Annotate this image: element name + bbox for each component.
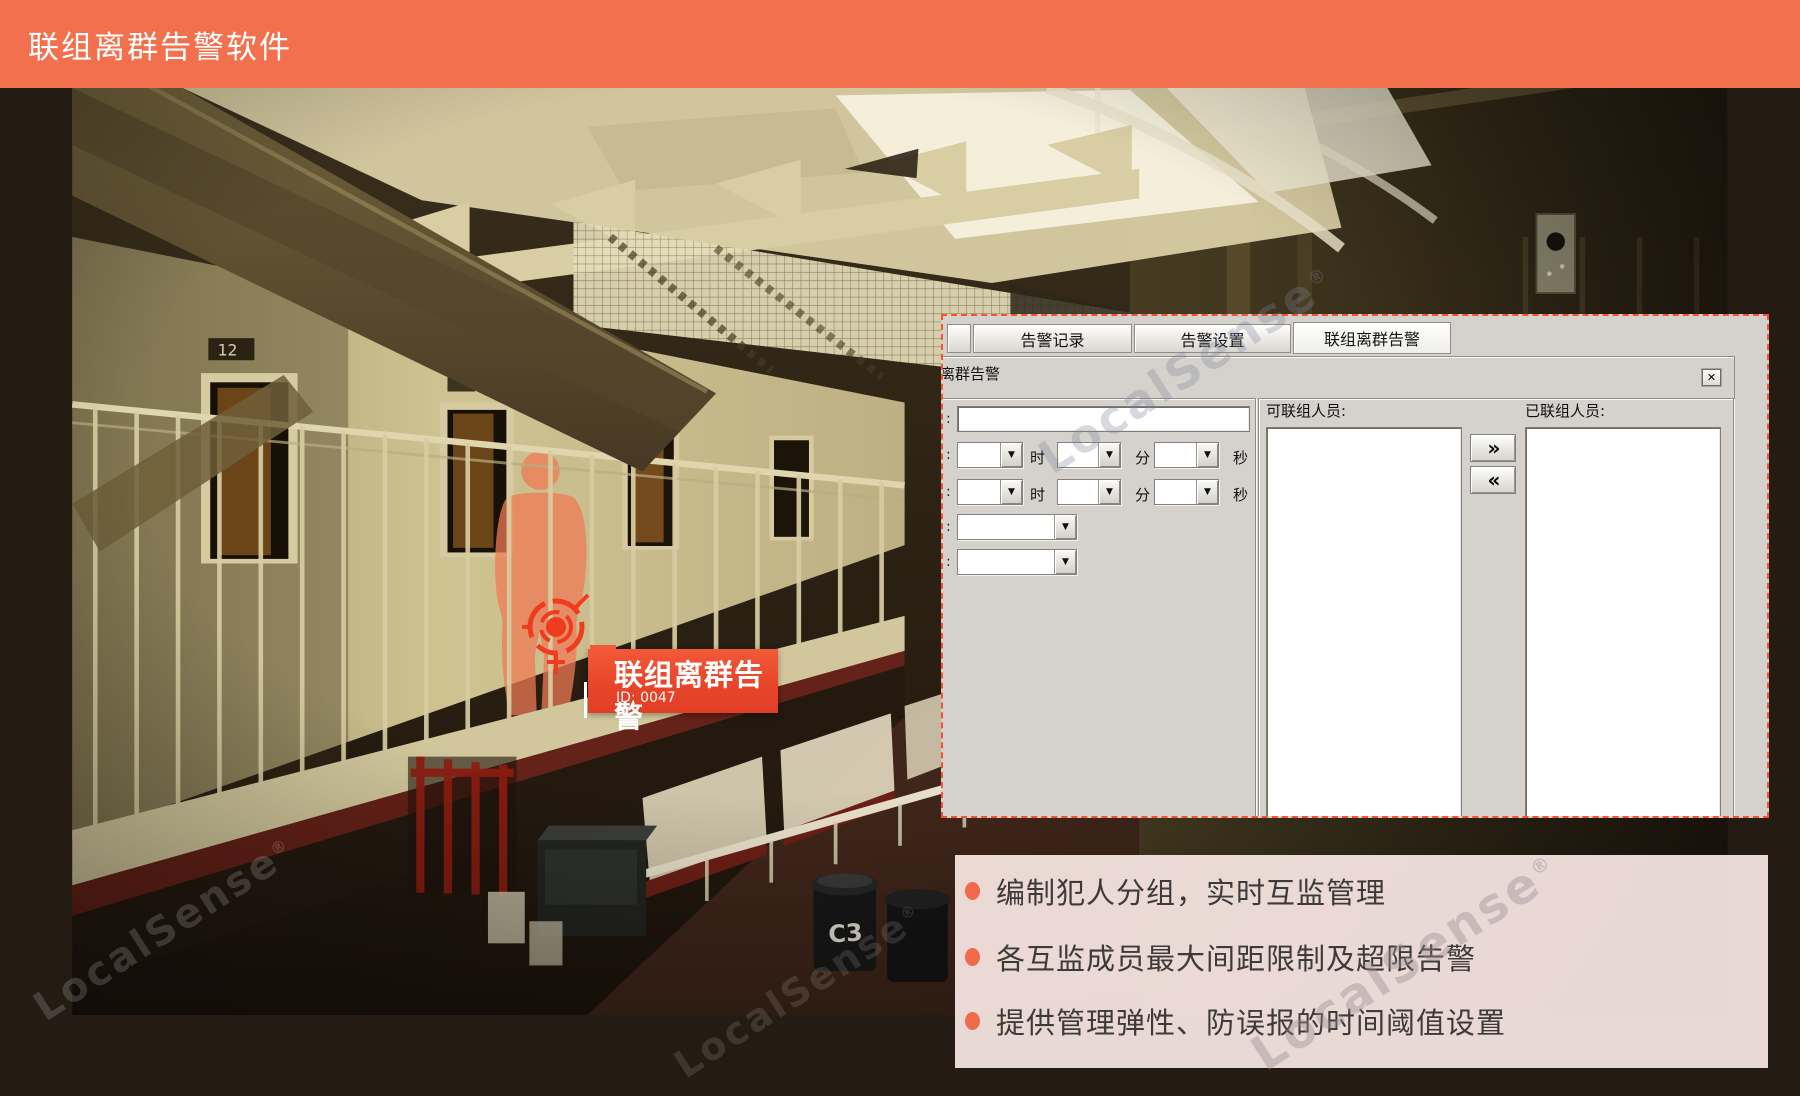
app-title: 联组离群告警软件 <box>28 0 292 88</box>
separation-alarm-panel: 离群告警 ✕ : : : : : ▼ 时 ▼ 分 <box>941 356 1735 818</box>
tag-notch <box>590 645 616 653</box>
bullet-icon <box>965 882 980 900</box>
end-minute-select[interactable]: ▼ <box>1057 479 1121 505</box>
available-personnel-label: 可联组人员: <box>1266 400 1346 421</box>
feature-text: 提供管理弹性、防误报的时间阈值设置 <box>996 1000 1506 1042</box>
panel-title: 离群告警 <box>941 363 1000 384</box>
chevron-down-icon[interactable]: ▼ <box>1196 480 1218 504</box>
chevron-down-icon[interactable]: ▼ <box>1000 480 1022 504</box>
option-select-2[interactable]: ▼ <box>957 549 1077 575</box>
bullet-icon <box>965 1012 980 1030</box>
close-icon[interactable]: ✕ <box>1702 369 1721 386</box>
alarm-settings-dialog: 告警记录 告警设置 联组离群告警 离群告警 ✕ : : : : : ▼ 时 <box>941 314 1769 818</box>
hour-label: 时 <box>1030 484 1045 505</box>
tab-group-separation-alarm[interactable]: 联组离群告警 <box>1293 322 1451 354</box>
title-bar: 联组离群告警软件 <box>0 0 1800 88</box>
chevron-down-icon[interactable]: ▼ <box>1098 443 1120 467</box>
chevron-down-icon[interactable]: ▼ <box>1098 480 1120 504</box>
second-label: 秒 <box>1233 447 1248 468</box>
grouped-personnel-label: 已联组人员: <box>1525 400 1605 421</box>
grouped-personnel-listbox[interactable] <box>1525 427 1721 818</box>
second-label: 秒 <box>1233 484 1248 505</box>
start-second-value[interactable] <box>1155 443 1196 467</box>
move-left-button[interactable]: « <box>1470 466 1516 494</box>
start-hour-value[interactable] <box>958 443 1000 467</box>
option-select-1-value[interactable] <box>958 515 1054 539</box>
start-hour-select[interactable]: ▼ <box>957 442 1023 468</box>
feature-text: 各互监成员最大间距限制及超限告警 <box>996 936 1476 978</box>
group-name-input[interactable] <box>957 406 1250 432</box>
feature-item: 各互监成员最大间距限制及超限告警 <box>965 939 1476 975</box>
tag-person-id: ID: 0047 <box>616 690 676 706</box>
chevron-down-icon[interactable]: ▼ <box>1054 550 1076 574</box>
chevron-down-icon[interactable]: ▼ <box>1000 443 1022 467</box>
chevron-down-icon[interactable]: ▼ <box>1054 515 1076 539</box>
app-window: 12 <box>0 0 1800 1096</box>
feature-item: 编制犯人分组，实时互监管理 <box>965 873 1386 909</box>
end-minute-value[interactable] <box>1058 480 1098 504</box>
available-personnel-listbox[interactable] <box>1266 427 1462 818</box>
field-label-colon: : <box>946 484 951 500</box>
feature-summary-panel: 编制犯人分组，实时互监管理 各互监成员最大间距限制及超限告警 提供管理弹性、防误… <box>955 855 1768 1068</box>
start-second-select[interactable]: ▼ <box>1154 442 1219 468</box>
end-hour-select[interactable]: ▼ <box>957 479 1023 505</box>
start-minute-select[interactable]: ▼ <box>1057 442 1121 468</box>
feature-item: 提供管理弹性、防误报的时间阈值设置 <box>965 1003 1506 1039</box>
minute-label: 分 <box>1135 484 1150 505</box>
tab-alarm-settings[interactable]: 告警设置 <box>1134 324 1291 353</box>
bullet-icon <box>965 948 980 966</box>
end-second-select[interactable]: ▼ <box>1154 479 1219 505</box>
option-select-2-value[interactable] <box>958 550 1054 574</box>
field-label-colon: : <box>946 554 951 570</box>
field-label-colon: : <box>946 411 951 427</box>
field-label-colon: : <box>946 447 951 463</box>
start-minute-value[interactable] <box>1058 443 1098 467</box>
minute-label: 分 <box>1135 447 1150 468</box>
end-second-value[interactable] <box>1155 480 1196 504</box>
option-select-1[interactable]: ▼ <box>957 514 1077 540</box>
hour-label: 时 <box>1030 447 1045 468</box>
feature-text: 编制犯人分组，实时互监管理 <box>996 870 1386 912</box>
end-hour-value[interactable] <box>958 480 1000 504</box>
chevron-down-icon[interactable]: ▼ <box>1196 443 1218 467</box>
field-label-colon: : <box>946 519 951 535</box>
location-target-icon <box>518 590 598 678</box>
tab-alarm-records[interactable]: 告警记录 <box>973 324 1132 353</box>
alarm-tag: 联组离群告警 ID: 0047 <box>588 649 778 713</box>
tag-accent-line <box>584 682 587 718</box>
tab-stub <box>947 324 971 353</box>
move-right-button[interactable]: » <box>1470 434 1516 462</box>
